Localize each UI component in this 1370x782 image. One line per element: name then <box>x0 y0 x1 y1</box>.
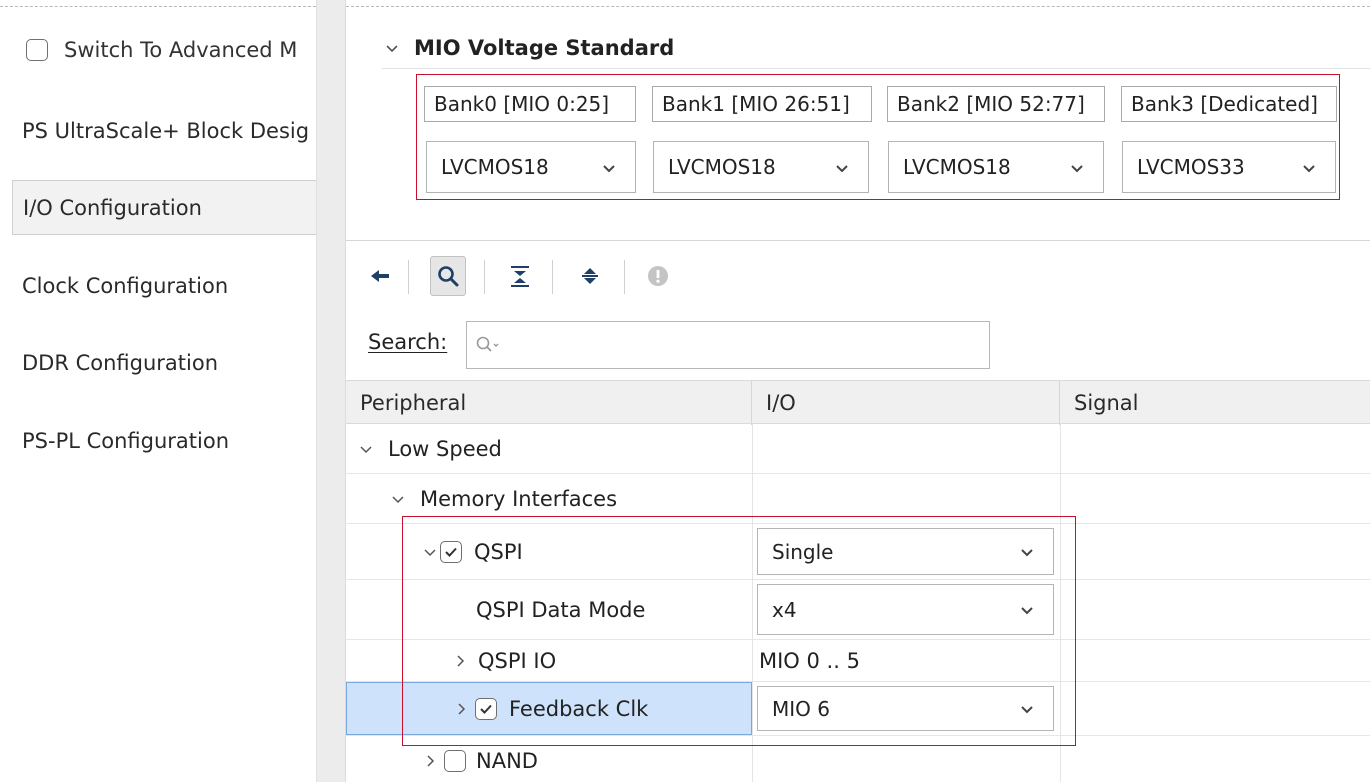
expand-all-icon <box>582 268 598 284</box>
info-icon <box>648 266 668 286</box>
bank0-voltage-select[interactable]: LVCMOS18 <box>426 141 636 193</box>
qspi-highlight <box>402 516 1076 746</box>
chevron-down-icon <box>603 165 615 173</box>
content-top-dashed-border <box>346 6 1370 7</box>
nav-item-ddr-configuration[interactable]: DDR Configuration <box>12 335 316 390</box>
signal-cell <box>1060 524 1370 579</box>
chevron-down-icon <box>386 45 398 53</box>
search-field[interactable] <box>466 321 990 369</box>
signal-cell <box>1060 640 1370 681</box>
signal-cell <box>1060 424 1370 473</box>
search-label: Search: <box>368 330 448 354</box>
toolbar-separator <box>408 260 409 294</box>
bank1-label: Bank1 [MIO 26:51] <box>652 86 872 122</box>
info-button[interactable] <box>640 256 676 296</box>
search-icon <box>438 266 459 287</box>
left-navigation-panel: Switch To Advanced M PS UltraScale+ Bloc… <box>0 0 316 782</box>
advanced-mode-label: Switch To Advanced M <box>64 38 298 62</box>
chevron-right-icon[interactable] <box>422 753 438 769</box>
toolbar-separator <box>624 260 625 294</box>
expand-all-button[interactable] <box>572 256 608 296</box>
bank3-label: Bank3 [Dedicated] <box>1121 86 1337 122</box>
search-toggle-button[interactable] <box>430 256 466 296</box>
chevron-down-icon[interactable] <box>390 491 406 507</box>
bank0-label: Bank0 [MIO 0:25] <box>424 86 636 122</box>
nav-item-ps-pl-configuration[interactable]: PS-PL Configuration <box>12 413 316 468</box>
nav-item-io-configuration[interactable]: I/O Configuration <box>12 180 316 235</box>
chevron-down-icon <box>836 165 848 173</box>
bank1-voltage-select[interactable]: LVCMOS18 <box>653 141 869 193</box>
section-header-underline <box>382 68 1370 69</box>
row-label: Memory Interfaces <box>420 486 618 511</box>
mio-voltage-section-header[interactable]: MIO Voltage Standard <box>384 36 674 60</box>
row-label: NAND <box>476 749 538 773</box>
row-label: Low Speed <box>388 436 502 461</box>
chevron-down-icon[interactable] <box>358 441 374 457</box>
toolbar-separator <box>484 260 485 294</box>
nav-item-clock-configuration[interactable]: Clock Configuration <box>12 258 316 313</box>
section-divider <box>346 240 1370 241</box>
bank3-voltage-value: LVCMOS33 <box>1137 155 1245 179</box>
signal-cell <box>1060 736 1370 782</box>
bank2-voltage-value: LVCMOS18 <box>903 155 1011 179</box>
peripheral-cell: Low Speed <box>346 424 752 473</box>
signal-cell <box>1060 580 1370 639</box>
io-configuration-content: MIO Voltage Standard Bank0 [MIO 0:25] Ba… <box>346 0 1370 782</box>
bank0-voltage-value: LVCMOS18 <box>441 155 549 179</box>
io-cell <box>752 424 1060 473</box>
signal-cell <box>1060 682 1370 735</box>
column-header-signal[interactable]: Signal <box>1060 381 1370 425</box>
chevron-down-icon <box>1071 165 1083 173</box>
bank2-voltage-select[interactable]: LVCMOS18 <box>888 141 1104 193</box>
advanced-mode-toggle[interactable]: Switch To Advanced M <box>26 34 297 66</box>
bank2-label: Bank2 [MIO 52:77] <box>887 86 1105 122</box>
column-header-io[interactable]: I/O <box>752 381 1060 425</box>
bank3-voltage-select[interactable]: LVCMOS33 <box>1122 141 1336 193</box>
advanced-mode-checkbox[interactable] <box>26 39 48 61</box>
toolbar-separator <box>552 260 553 294</box>
panel-top-dashed-border <box>0 6 316 7</box>
collapse-all-button[interactable] <box>502 256 538 296</box>
collapse-all-icon <box>511 266 529 287</box>
table-row[interactable]: Low Speed <box>346 424 1370 474</box>
bank1-voltage-value: LVCMOS18 <box>668 155 776 179</box>
back-arrow-icon <box>371 270 389 282</box>
back-button[interactable] <box>362 256 398 296</box>
column-header-peripheral[interactable]: Peripheral <box>346 381 752 425</box>
mio-voltage-title: MIO Voltage Standard <box>414 36 675 60</box>
panel-splitter[interactable] <box>316 0 346 782</box>
search-icon <box>476 336 499 352</box>
nand-checkbox[interactable] <box>444 750 466 772</box>
chevron-down-icon <box>1303 165 1315 173</box>
nav-item-block-design[interactable]: PS UltraScale+ Block Desig <box>12 103 316 158</box>
search-input[interactable] <box>505 333 989 357</box>
peripheral-table-header: Peripheral I/O Signal <box>346 380 1370 425</box>
signal-cell <box>1060 474 1370 523</box>
